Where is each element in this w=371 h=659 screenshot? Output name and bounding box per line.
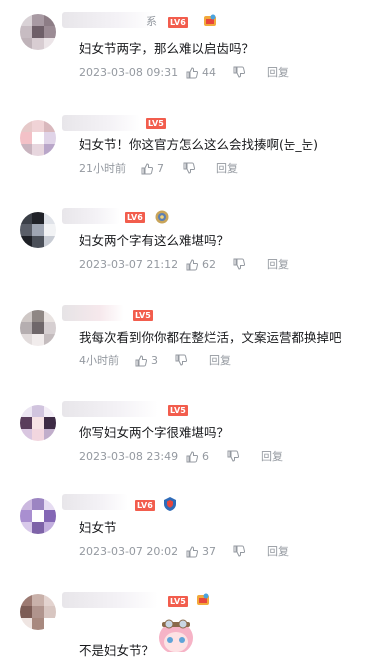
- like-count: 3: [151, 354, 158, 367]
- username[interactable]: [62, 592, 158, 608]
- avatar[interactable]: [20, 310, 56, 346]
- username-suffix: 系: [146, 15, 157, 28]
- username[interactable]: [62, 115, 140, 131]
- fan-medal-icon: [155, 210, 169, 224]
- like-button[interactable]: 6: [186, 450, 209, 464]
- like-button[interactable]: 62: [186, 258, 216, 272]
- avatar[interactable]: [20, 120, 56, 156]
- thumbs-up-icon: [141, 163, 153, 175]
- comment-text: 妇女节两字，那么难以启齿吗？: [79, 41, 255, 56]
- timestamp: 2023-03-07 20:02: [79, 545, 179, 558]
- username[interactable]: [62, 208, 120, 224]
- avatar[interactable]: [20, 498, 56, 534]
- thumbs-down-icon: [233, 66, 245, 78]
- reply-button[interactable]: 回复: [267, 258, 289, 272]
- timestamp: 2023-03-07 21:12: [79, 258, 179, 271]
- like-count: 6: [202, 450, 209, 463]
- thumbs-down-icon: [183, 162, 195, 174]
- comment-item: LV6 妇女节 2023-03-07 20:02 37 回复: [0, 480, 371, 580]
- fan-medal-icon: [164, 497, 176, 511]
- avatar[interactable]: [20, 14, 56, 50]
- avatar[interactable]: [20, 212, 56, 248]
- comment-text: 妇女节: [79, 520, 117, 535]
- anime-sticker-icon: [159, 619, 193, 652]
- username[interactable]: [62, 494, 128, 510]
- username[interactable]: [62, 401, 158, 417]
- dislike-button[interactable]: [233, 66, 245, 82]
- comment-text: 妇女两个字有这么难堪吗？: [79, 233, 230, 248]
- level-badge: LV5: [146, 118, 166, 129]
- dislike-button[interactable]: [227, 450, 239, 466]
- like-count: 37: [202, 545, 216, 558]
- timestamp: 4小时前: [79, 354, 119, 367]
- like-count: 44: [202, 66, 216, 79]
- level-badge: LV6: [125, 212, 145, 223]
- reply-button[interactable]: 回复: [209, 354, 231, 368]
- thumbs-down-icon: [175, 354, 187, 366]
- fan-medal-icon: [204, 14, 216, 26]
- comment-text: 妇女节！你这官方怎么这么会找揍啊(눈_눈): [79, 137, 319, 152]
- reply-button[interactable]: 回复: [216, 162, 238, 176]
- like-count: 62: [202, 258, 216, 271]
- level-badge: LV5: [168, 596, 188, 607]
- like-button[interactable]: 3: [135, 354, 158, 368]
- thumbs-down-icon: [227, 450, 239, 462]
- dislike-button[interactable]: [233, 545, 245, 561]
- thumbs-up-icon: [186, 451, 198, 463]
- timestamp: 2023-03-08 09:31: [79, 66, 179, 79]
- comment-text: 你写妇女两个字很难堪吗？: [79, 425, 230, 440]
- like-count: 7: [157, 162, 164, 175]
- username[interactable]: [62, 12, 154, 28]
- thumbs-up-icon: [186, 546, 198, 558]
- fan-medal-icon: [197, 593, 209, 605]
- thumbs-up-icon: [135, 355, 147, 367]
- reply-button[interactable]: 回复: [261, 450, 283, 464]
- avatar[interactable]: [20, 405, 56, 441]
- level-badge: LV5: [168, 405, 188, 416]
- thumbs-down-icon: [233, 545, 245, 557]
- avatar[interactable]: [20, 594, 56, 630]
- level-badge: LV5: [133, 310, 153, 321]
- like-button[interactable]: 44: [186, 66, 216, 80]
- dislike-button[interactable]: [175, 354, 187, 370]
- comment-item: LV5 你写妇女两个字很难堪吗？ 2023-03-08 23:49 6 回复: [0, 385, 371, 480]
- comment-item: 系 LV6 妇女节两字，那么难以启齿吗？ 2023-03-08 09:31 44…: [0, 0, 371, 95]
- reply-button[interactable]: 回复: [267, 66, 289, 80]
- comment-item: LV5 我每次看到你你都在整烂活，文案运营都换掉吧 4小时前 3 回复: [0, 285, 371, 385]
- comment-text: 我每次看到你你都在整烂活，文案运营都换掉吧: [79, 330, 342, 345]
- level-badge: LV6: [135, 500, 155, 511]
- comment-item: LV6 妇女两个字有这么难堪吗？ 2023-03-07 21:12 62 回复: [0, 190, 371, 285]
- comment-text: 不是妇女节？: [79, 643, 155, 658]
- timestamp: 21小时前: [79, 162, 126, 175]
- username[interactable]: [62, 305, 124, 321]
- dislike-button[interactable]: [183, 162, 195, 178]
- comment-item: LV5 妇女节！你这官方怎么这么会找揍啊(눈_눈) 21小时前 7 回复: [0, 95, 371, 190]
- thumbs-up-icon: [186, 259, 198, 271]
- thumbs-up-icon: [186, 67, 198, 79]
- reply-button[interactable]: 回复: [267, 545, 289, 559]
- level-badge: LV6: [168, 17, 188, 28]
- dislike-button[interactable]: [233, 258, 245, 274]
- like-button[interactable]: 7: [141, 162, 164, 176]
- like-button[interactable]: 37: [186, 545, 216, 559]
- thumbs-down-icon: [233, 258, 245, 270]
- timestamp: 2023-03-08 23:49: [79, 450, 179, 463]
